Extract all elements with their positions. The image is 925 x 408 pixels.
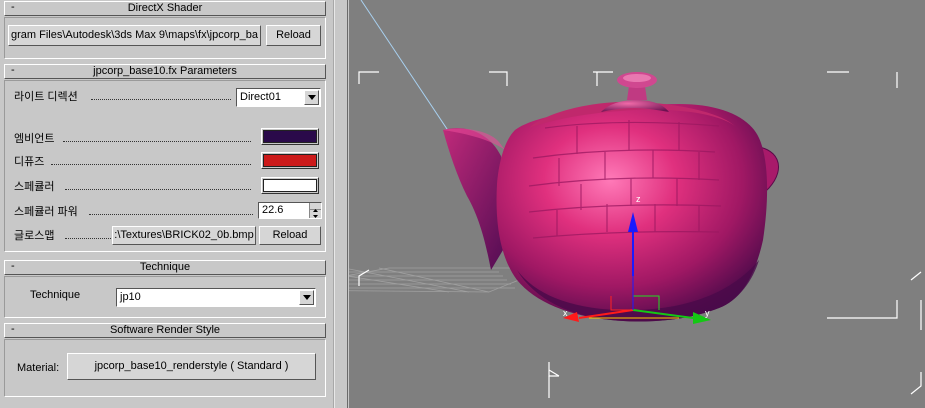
rollout-software-render-style[interactable]: - Software Render Style: [4, 323, 326, 338]
ambient-label: 엠비언트: [14, 133, 55, 145]
light-direction-value: Direct01: [240, 91, 281, 103]
specular-color-fill: [263, 179, 317, 192]
rollout-title: jpcorp_base10.fx Parameters: [93, 65, 237, 77]
diffuse-color-fill: [263, 154, 317, 167]
gloss-map-reload-button[interactable]: Reload: [259, 226, 321, 245]
rollout-directx-shader[interactable]: - DirectX Shader: [4, 1, 326, 16]
specular-label: 스페큘러: [14, 181, 55, 193]
z-axis-label: z: [636, 194, 641, 204]
rollout-title: Technique: [139, 261, 191, 273]
light-direction-dropdown[interactable]: Direct01: [236, 88, 321, 107]
dotted-leader: [65, 189, 251, 190]
rollout-title: DirectX Shader: [127, 2, 203, 14]
technique-group: Technique jp10: [4, 276, 326, 318]
teapot-knob-stem: [627, 86, 647, 100]
material-label: Material:: [17, 362, 60, 374]
dotted-leader: [65, 238, 111, 239]
gloss-map-file-button[interactable]: :\Textures\BRICK02_0b.bmp: [112, 226, 256, 245]
specular-power-label: 스페큘러 파워: [14, 206, 78, 218]
rollout-technique[interactable]: - Technique: [4, 260, 326, 275]
viewport-perspective[interactable]: z x y: [349, 0, 925, 408]
chevron-down-icon[interactable]: [299, 290, 314, 305]
ambient-color-swatch[interactable]: [261, 128, 319, 145]
rollout-parameters[interactable]: - jpcorp_base10.fx Parameters: [4, 64, 326, 79]
dotted-leader: [63, 141, 251, 142]
viewport-canvas: z x y: [349, 0, 922, 398]
technique-dropdown[interactable]: jp10: [116, 288, 316, 307]
specular-color-swatch[interactable]: [261, 177, 319, 194]
render-style-group: Material: jpcorp_base10_renderstyle ( St…: [4, 339, 326, 397]
dotted-leader: [51, 164, 251, 165]
spinner-up-icon[interactable]: [310, 203, 321, 212]
light-direction-line: [360, 0, 450, 133]
gloss-map-label: 글로스맵: [14, 230, 55, 242]
material-button[interactable]: jpcorp_base10_renderstyle ( Standard ): [67, 353, 316, 380]
diffuse-label: 디퓨즈: [14, 156, 45, 168]
spinner-down-icon[interactable]: [310, 210, 321, 218]
light-direction-label: 라이트 디렉션: [14, 91, 78, 103]
x-axis-label: x: [563, 308, 568, 318]
technique-label: Technique: [30, 289, 81, 301]
rollout-title: Software Render Style: [109, 324, 221, 336]
dotted-leader: [89, 214, 253, 215]
knob-highlight: [623, 74, 651, 82]
technique-value: jp10: [120, 291, 141, 303]
panel-scrollbar[interactable]: [334, 0, 348, 408]
chevron-down-icon[interactable]: [304, 90, 319, 105]
shader-panel: - DirectX Shader gram Files\Autodesk\3ds…: [0, 0, 334, 408]
ambient-color-fill: [263, 130, 317, 143]
directx-group: gram Files\Autodesk\3ds Max 9\maps\fx\jp…: [4, 17, 326, 59]
specular-power-value[interactable]: 22.6: [262, 204, 283, 216]
specular-power-spinner[interactable]: 22.6: [258, 202, 322, 219]
y-axis-label: y: [705, 308, 710, 318]
diffuse-color-swatch[interactable]: [261, 152, 319, 169]
parameters-group: 라이트 디렉션 Direct01 엠비언트 디퓨즈 스페큘러 스페큘러 파워 2…: [4, 80, 326, 252]
shader-reload-button[interactable]: Reload: [266, 25, 321, 46]
dotted-leader: [91, 99, 231, 100]
shader-path-button[interactable]: gram Files\Autodesk\3ds Max 9\maps\fx\jp…: [8, 25, 261, 46]
spinner-buttons[interactable]: [309, 203, 321, 218]
